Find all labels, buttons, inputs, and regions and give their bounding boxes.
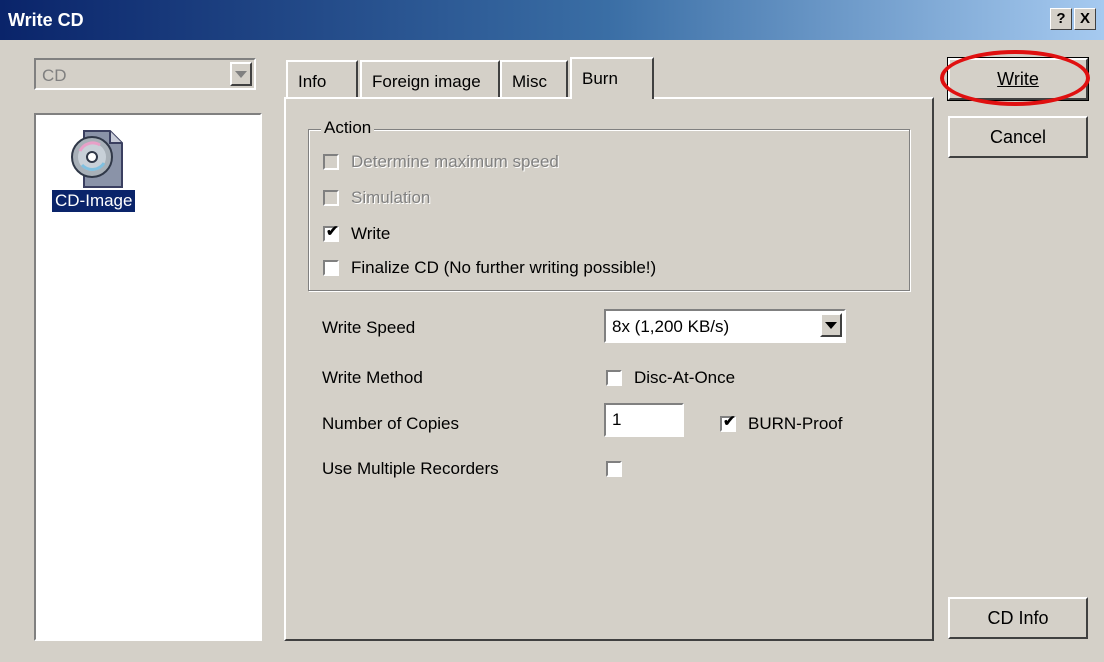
tab-foreign-image[interactable]: Foreign image [360,60,500,98]
number-of-copies-value: 1 [612,410,622,429]
checkmark-icon: ✔ [723,413,736,430]
simulation-checkbox[interactable] [323,190,339,206]
tab-misc-label: Misc [512,72,547,91]
tab-misc[interactable]: Misc [500,60,568,98]
checkmark-icon: ✔ [326,223,339,240]
write-speed-value: 8x (1,200 KB/s) [612,317,730,336]
cd-info-button-label: CD Info [987,608,1049,628]
write-cd-dialog: Write CD ? X CD CD-Image Info Foreign im… [0,0,1104,662]
drive-select-value: CD [42,66,67,85]
chevron-down-icon [825,322,837,329]
write-method-label: Write Method [322,368,423,387]
highlight-circle [940,50,1090,106]
chevron-down-icon [235,71,247,78]
number-of-copies-label: Number of Copies [322,414,460,433]
burn-proof-checkbox[interactable]: ✔ [720,413,736,432]
close-button[interactable]: X [1074,8,1096,30]
multiple-recorders-checkbox[interactable] [606,461,622,477]
cancel-button-label: Cancel [989,127,1047,147]
write-speed-dropdown-button[interactable] [820,313,842,337]
tab-info-label: Info [298,72,327,91]
burn-tab-panel: Action Determine maximum speed Simulatio… [284,97,934,641]
drive-select[interactable]: CD [34,58,256,90]
title-bar[interactable]: Write CD ? X [0,0,1104,40]
action-groupbox: Action Determine maximum speed Simulatio… [308,118,910,291]
determine-speed-checkbox[interactable] [323,154,339,170]
finalize-cd-label: Finalize CD (No further writing possible… [351,258,657,277]
disc-at-once-checkbox[interactable] [606,370,622,386]
write-label: Write [351,224,391,243]
write-checkbox[interactable]: ✔ [323,223,339,242]
number-of-copies-input[interactable]: 1 [604,403,684,437]
window-title: Write CD [8,10,84,30]
file-item-label[interactable]: CD-Image [52,190,136,212]
tab-burn[interactable]: Burn [570,57,654,99]
cd-info-button[interactable]: CD Info [948,597,1088,639]
tab-info[interactable]: Info [286,60,358,98]
determine-speed-label: Determine maximum speed [351,152,559,171]
cd-image-icon[interactable] [70,129,126,189]
cancel-button[interactable]: Cancel [948,116,1088,158]
tab-foreign-image-label: Foreign image [372,72,481,91]
disc-at-once-label: Disc-At-Once [634,368,736,387]
help-button[interactable]: ? [1050,8,1072,30]
multiple-recorders-label: Use Multiple Recorders [322,459,499,478]
finalize-cd-checkbox[interactable] [323,260,339,276]
file-list[interactable]: CD-Image [34,113,262,641]
write-speed-label: Write Speed [322,318,416,337]
simulation-label: Simulation [351,188,431,207]
burn-proof-label: BURN-Proof [748,414,843,433]
tab-burn-label: Burn [582,69,618,88]
action-group-title: Action [321,118,375,138]
write-speed-select[interactable]: 8x (1,200 KB/s) [604,309,846,343]
drive-dropdown-button[interactable] [230,62,252,86]
